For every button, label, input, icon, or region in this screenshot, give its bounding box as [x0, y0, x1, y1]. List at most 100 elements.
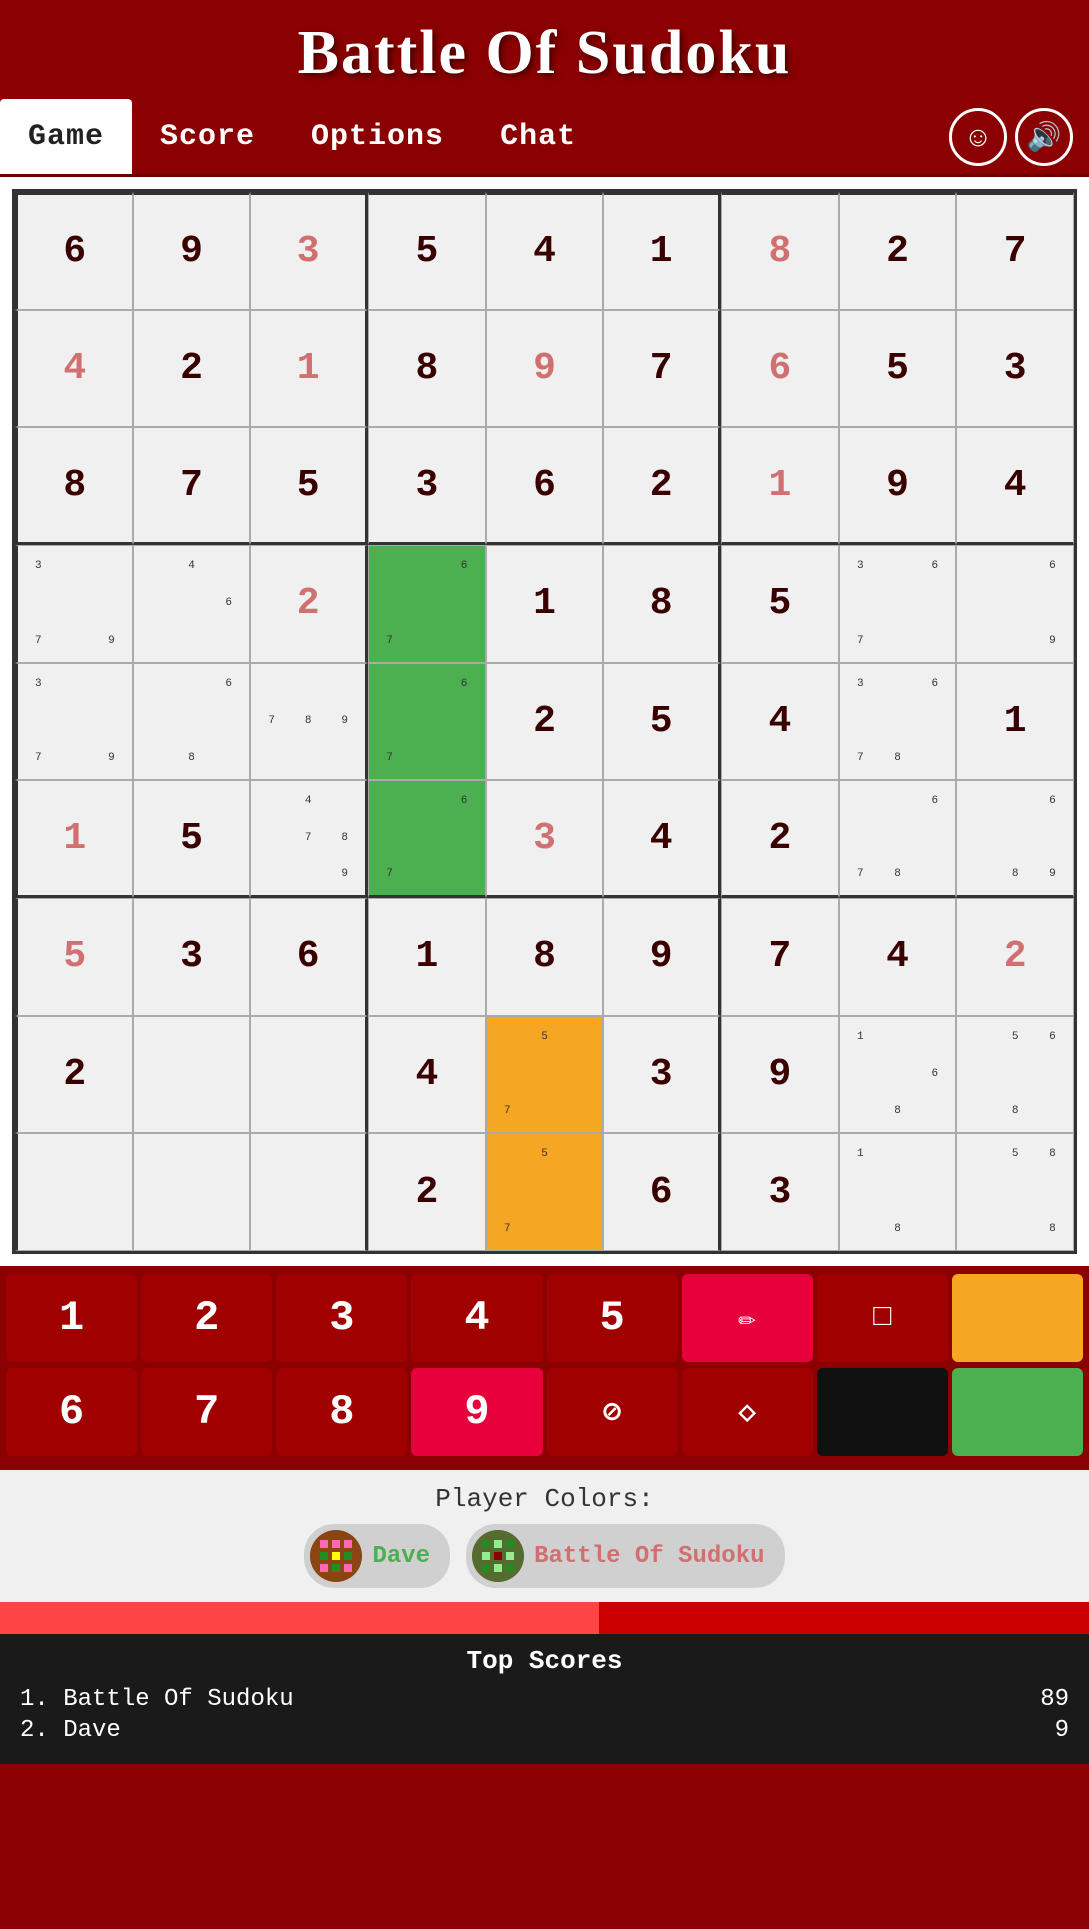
cell-4-0[interactable]: 379 — [15, 663, 133, 781]
cell-2-5[interactable]: 2 — [603, 427, 721, 545]
cell-6-6[interactable]: 7 — [721, 898, 839, 1016]
cell-4-5[interactable]: 5 — [603, 663, 721, 781]
cell-7-6[interactable]: 9 — [721, 1016, 839, 1134]
numpad-9[interactable]: 9 — [411, 1368, 542, 1456]
cell-5-2[interactable]: 4789 — [250, 780, 368, 898]
cell-7-7[interactable]: 168 — [839, 1016, 957, 1134]
cell-1-0[interactable]: 4 — [15, 310, 133, 428]
cell-8-4[interactable]: 57 — [486, 1133, 604, 1251]
cell-2-7[interactable]: 9 — [839, 427, 957, 545]
cell-4-2[interactable]: 789 — [250, 663, 368, 781]
cell-0-6[interactable]: 8 — [721, 192, 839, 310]
cell-1-2[interactable]: 1 — [250, 310, 368, 428]
tab-chat[interactable]: Chat — [472, 99, 604, 174]
cell-1-3[interactable]: 8 — [368, 310, 486, 428]
cell-5-0[interactable]: 1 — [15, 780, 133, 898]
cell-7-0[interactable]: 2 — [15, 1016, 133, 1134]
cell-7-3[interactable]: 4 — [368, 1016, 486, 1134]
cell-1-5[interactable]: 7 — [603, 310, 721, 428]
cell-2-3[interactable]: 3 — [368, 427, 486, 545]
cell-3-2[interactable]: 2 — [250, 545, 368, 663]
cell-7-4[interactable]: 57 — [486, 1016, 604, 1134]
cell-3-5[interactable]: 8 — [603, 545, 721, 663]
cell-0-2[interactable]: 3 — [250, 192, 368, 310]
diamond-button[interactable]: ◇ — [682, 1368, 813, 1456]
cell-8-1[interactable] — [133, 1133, 251, 1251]
cell-8-3[interactable]: 2 — [368, 1133, 486, 1251]
cell-6-0[interactable]: 5 — [15, 898, 133, 1016]
numpad-2[interactable]: 2 — [141, 1274, 272, 1362]
cell-1-6[interactable]: 6 — [721, 310, 839, 428]
cell-0-8[interactable]: 7 — [956, 192, 1074, 310]
cell-5-7[interactable]: 678 — [839, 780, 957, 898]
cell-2-6[interactable]: 1 — [721, 427, 839, 545]
cell-0-1[interactable]: 9 — [133, 192, 251, 310]
cell-8-6[interactable]: 3 — [721, 1133, 839, 1251]
cell-0-0[interactable]: 6 — [15, 192, 133, 310]
cell-6-2[interactable]: 6 — [250, 898, 368, 1016]
cell-2-4[interactable]: 6 — [486, 427, 604, 545]
cell-2-8[interactable]: 4 — [956, 427, 1074, 545]
numpad-6[interactable]: 6 — [6, 1368, 137, 1456]
cell-2-1[interactable]: 7 — [133, 427, 251, 545]
cell-8-5[interactable]: 6 — [603, 1133, 721, 1251]
cell-6-3[interactable]: 1 — [368, 898, 486, 1016]
numpad-7[interactable]: 7 — [141, 1368, 272, 1456]
cell-7-2[interactable] — [250, 1016, 368, 1134]
tab-options[interactable]: Options — [283, 99, 472, 174]
numpad-5[interactable]: 5 — [547, 1274, 678, 1362]
tab-score[interactable]: Score — [132, 99, 283, 174]
cell-8-2[interactable] — [250, 1133, 368, 1251]
cell-3-4[interactable]: 1 — [486, 545, 604, 663]
cell-4-1[interactable]: 68 — [133, 663, 251, 781]
cell-2-2[interactable]: 5 — [250, 427, 368, 545]
cell-5-8[interactable]: 689 — [956, 780, 1074, 898]
cell-8-0[interactable] — [15, 1133, 133, 1251]
cell-0-7[interactable]: 2 — [839, 192, 957, 310]
numpad-8[interactable]: 8 — [276, 1368, 407, 1456]
cell-2-0[interactable]: 8 — [15, 427, 133, 545]
cell-4-7[interactable]: 3678 — [839, 663, 957, 781]
cell-0-4[interactable]: 4 — [486, 192, 604, 310]
cell-4-8[interactable]: 1 — [956, 663, 1074, 781]
cell-3-7[interactable]: 367 — [839, 545, 957, 663]
cell-1-7[interactable]: 5 — [839, 310, 957, 428]
cell-5-4[interactable]: 3 — [486, 780, 604, 898]
numpad-3[interactable]: 3 — [276, 1274, 407, 1362]
cell-5-6[interactable]: 2 — [721, 780, 839, 898]
cell-7-8[interactable]: 568 — [956, 1016, 1074, 1134]
pencil-button[interactable]: ✏ — [682, 1274, 813, 1362]
sound-button[interactable]: 🔊 — [1015, 108, 1073, 166]
color-orange-button[interactable] — [952, 1274, 1083, 1362]
cell-6-1[interactable]: 3 — [133, 898, 251, 1016]
cell-4-6[interactable]: 4 — [721, 663, 839, 781]
emoji-button[interactable]: ☺ — [949, 108, 1007, 166]
cell-3-0[interactable]: 379 — [15, 545, 133, 663]
cell-1-4[interactable]: 9 — [486, 310, 604, 428]
player-chip-2[interactable]: Battle Of Sudoku — [466, 1524, 784, 1588]
cell-6-4[interactable]: 8 — [486, 898, 604, 1016]
cell-8-7[interactable]: 18 — [839, 1133, 957, 1251]
cell-5-1[interactable]: 5 — [133, 780, 251, 898]
cell-3-1[interactable]: 46 — [133, 545, 251, 663]
cell-1-8[interactable]: 3 — [956, 310, 1074, 428]
cell-6-7[interactable]: 4 — [839, 898, 957, 1016]
cell-3-6[interactable]: 5 — [721, 545, 839, 663]
cell-3-3[interactable]: 67 — [368, 545, 486, 663]
cell-0-3[interactable]: 5 — [368, 192, 486, 310]
player-chip-1[interactable]: Dave — [304, 1524, 450, 1588]
cell-3-8[interactable]: 69 — [956, 545, 1074, 663]
color-green-button[interactable] — [952, 1368, 1083, 1456]
cell-6-8[interactable]: 2 — [956, 898, 1074, 1016]
square-button[interactable]: □ — [817, 1274, 948, 1362]
cell-7-1[interactable] — [133, 1016, 251, 1134]
cell-4-4[interactable]: 2 — [486, 663, 604, 781]
cell-5-3[interactable]: 67 — [368, 780, 486, 898]
cell-4-3[interactable]: 67 — [368, 663, 486, 781]
color-black-button[interactable] — [817, 1368, 948, 1456]
tab-game[interactable]: Game — [0, 99, 132, 174]
cell-5-5[interactable]: 4 — [603, 780, 721, 898]
cell-0-5[interactable]: 1 — [603, 192, 721, 310]
cell-8-8[interactable]: 588 — [956, 1133, 1074, 1251]
cell-1-1[interactable]: 2 — [133, 310, 251, 428]
